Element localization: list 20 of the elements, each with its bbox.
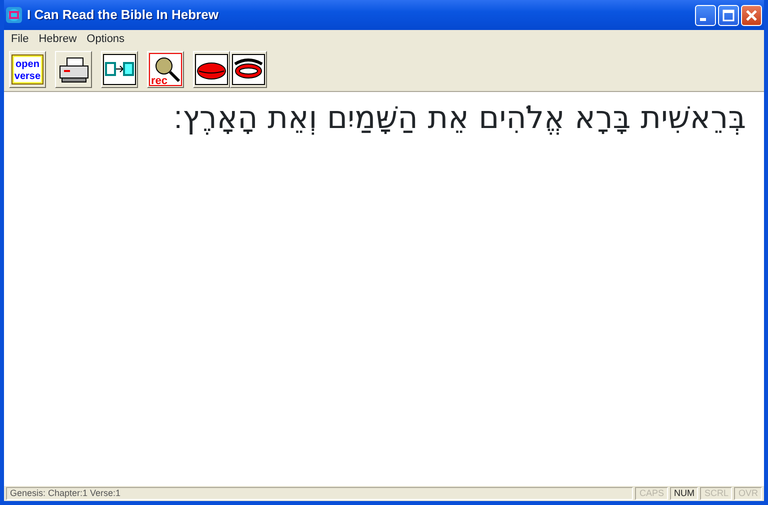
print-button[interactable] bbox=[55, 51, 92, 88]
menu-item[interactable]: File bbox=[6, 30, 34, 48]
record-button[interactable]: rec bbox=[147, 51, 184, 88]
minimize-button[interactable] bbox=[695, 4, 716, 26]
maximize-button[interactable] bbox=[718, 4, 739, 26]
menu-item[interactable]: Options bbox=[82, 30, 130, 48]
status-indicator: NUM bbox=[670, 487, 698, 500]
transfer-button[interactable] bbox=[101, 51, 138, 88]
verse-text: בְּרֵאשִׁית בָּרָא אֱלֹהִים אֵת הַשָּׁמַיִם וְאֵת הָאָרֶץ׃ bbox=[172, 100, 746, 138]
maximize-icon bbox=[722, 8, 735, 22]
status-text: Genesis: Chapter:1 Verse:1 bbox=[6, 487, 634, 500]
open-verse-button[interactable]: open verse bbox=[9, 51, 46, 88]
window-title: I Can Read the Bible In Hebrew bbox=[27, 6, 220, 24]
close-button[interactable] bbox=[741, 4, 762, 26]
lips-button[interactable] bbox=[193, 51, 230, 88]
minimize-icon bbox=[700, 18, 706, 20]
close-icon bbox=[745, 8, 758, 22]
menu-item[interactable]: Hebrew bbox=[34, 30, 82, 48]
app-icon bbox=[6, 7, 22, 23]
mouth-button[interactable] bbox=[230, 51, 267, 88]
